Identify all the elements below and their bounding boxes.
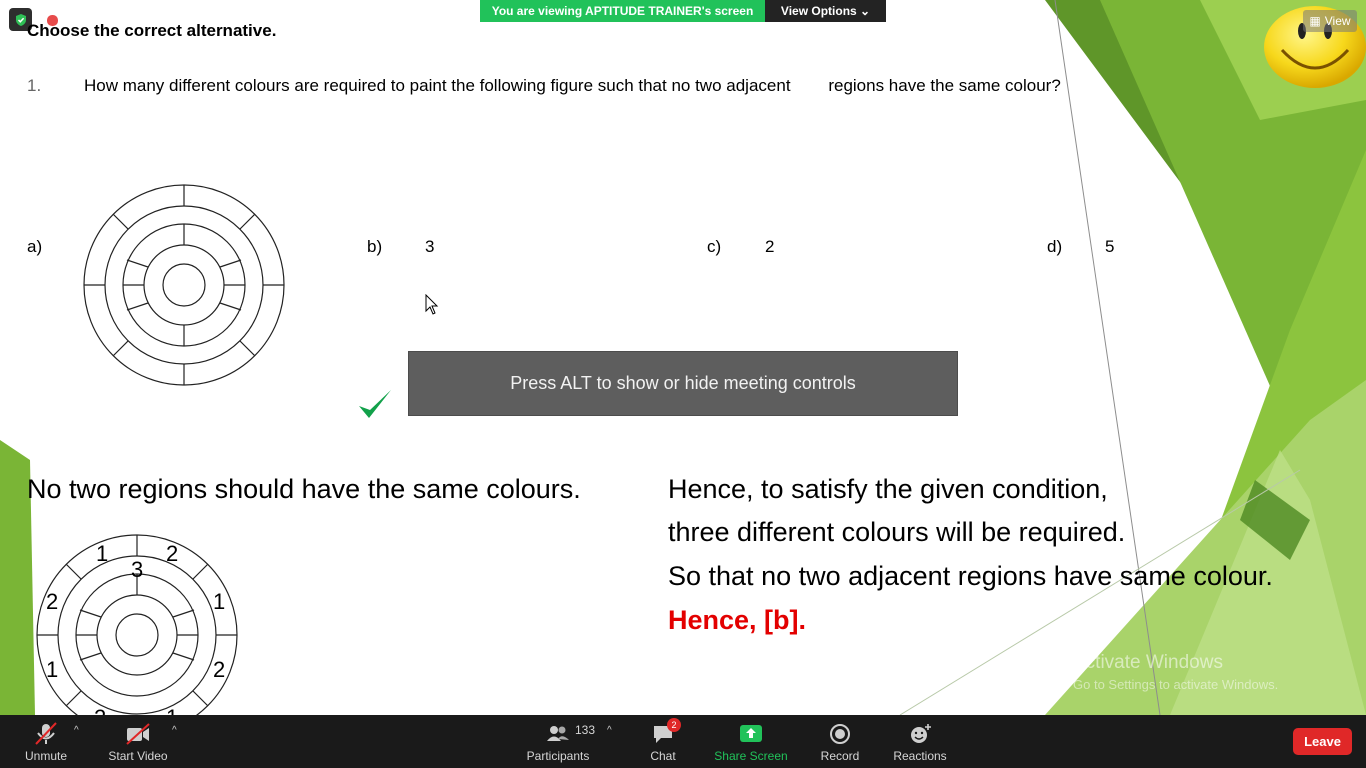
question-text: How many different colours are required … <box>84 76 1061 95</box>
figure-label: 1 <box>213 589 225 614</box>
view-options-button[interactable]: View Options ⌄ <box>765 0 886 22</box>
reactions-button[interactable]: Reactions <box>891 715 949 768</box>
audio-options-caret-icon[interactable]: ^ <box>74 725 79 736</box>
explanation-line-1: Hence, to satisfy the given condition, <box>668 474 1108 504</box>
participants-count: 133 <box>575 723 596 737</box>
meeting-controls-tooltip: Press ALT to show or hide meeting contro… <box>408 351 958 416</box>
participants-label: Participants <box>526 749 590 763</box>
leave-button[interactable]: Leave <box>1293 728 1352 755</box>
start-video-button[interactable]: Start Video <box>104 715 172 768</box>
video-options-caret-icon[interactable]: ^ <box>172 725 177 736</box>
reactions-smiley-icon <box>911 724 931 743</box>
option-d-letter: d) <box>1047 237 1063 256</box>
colored-solution-figure: 1 2 3 2 1 1 2 2 1 <box>36 534 238 715</box>
record-icon <box>830 724 850 744</box>
chat-label: Chat <box>650 749 676 763</box>
share-screen-icon <box>740 725 762 742</box>
option-b-letter: b) <box>367 237 383 256</box>
participants-icon <box>547 726 569 741</box>
start-video-label: Start Video <box>108 749 168 763</box>
record-label: Record <box>820 749 860 763</box>
grid-icon: ▦ <box>1309 14 1321 28</box>
explanation-left-text: No two regions should have the same colo… <box>27 474 581 504</box>
share-screen-label: Share Screen <box>714 749 788 763</box>
option-d-value: 5 <box>1105 237 1115 256</box>
slide-heading: Choose the correct alternative. <box>27 21 277 40</box>
option-b-value: 3 <box>425 237 435 256</box>
view-button[interactable]: ▦ View <box>1303 10 1357 32</box>
checkmark-icon <box>357 388 393 429</box>
mouse-cursor-icon <box>425 293 439 321</box>
chat-unread-badge: 2 <box>667 718 681 732</box>
activate-windows-subtitle: Go to Settings to activate Windows. <box>1073 677 1279 692</box>
figure-label: 2 <box>213 657 225 682</box>
share-screen-button[interactable]: Share Screen <box>713 715 789 768</box>
meeting-toolbar: Unmute ^ Start Video ^ Participants 133 … <box>0 715 1366 768</box>
record-button[interactable]: Record <box>816 715 864 768</box>
viewing-screen-label: You are viewing APTITUDE TRAINER's scree… <box>480 0 765 22</box>
participants-options-caret-icon[interactable]: ^ <box>607 725 612 736</box>
explanation-line-3: So that no two adjacent regions have sam… <box>668 561 1273 591</box>
figure-label: 1 <box>46 657 58 682</box>
figure-label: 2 <box>46 589 58 614</box>
view-button-label: View <box>1324 14 1351 28</box>
reactions-label: Reactions <box>893 749 947 763</box>
figure-label: 3 <box>131 557 143 582</box>
answer-text: Hence, [b]. <box>668 605 807 635</box>
concentric-rings-figure <box>83 184 285 386</box>
option-a-letter: a) <box>27 237 43 256</box>
activate-windows-title: Activate Windows <box>1073 652 1223 673</box>
explanation-line-2: three different colours will be required… <box>668 517 1126 547</box>
figure-label: 2 <box>94 705 106 715</box>
figure-label: 1 <box>166 705 178 715</box>
screen-share-banner: You are viewing APTITUDE TRAINER's scree… <box>480 0 886 22</box>
video-camera-off-icon <box>126 723 150 745</box>
option-c-letter: c) <box>707 237 722 256</box>
unmute-label: Unmute <box>24 749 68 763</box>
unmute-button[interactable]: Unmute <box>18 715 74 768</box>
figure-label: 1 <box>96 541 108 566</box>
option-c-value: 2 <box>765 237 775 256</box>
microphone-muted-icon <box>35 722 57 745</box>
question-number: 1. <box>27 76 42 95</box>
figure-label: 2 <box>166 541 178 566</box>
